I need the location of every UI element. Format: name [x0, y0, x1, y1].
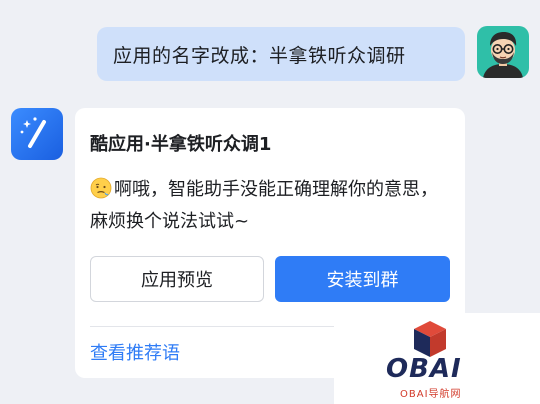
app-preview-button[interactable]: 应用预览 [90, 256, 264, 302]
view-suggestions-link[interactable]: 查看推荐语 [90, 339, 180, 365]
install-to-group-button[interactable]: 安装到群 [275, 256, 450, 302]
watermark-logo-text: OBAI [386, 354, 462, 384]
chat-screen: 应用的名字改成：半拿铁听众调研 酷应用·半拿铁听众调1 啊哦，智能助手没能正确理… [0, 0, 540, 404]
card-title: 酷应用·半拿铁听众调1 [90, 134, 272, 155]
magic-wand-icon [11, 108, 63, 160]
watermark: OBAI OBAI导航网 [334, 313, 540, 404]
watermark-subtext: OBAI导航网 [400, 389, 462, 400]
cartoon-man-avatar-icon [477, 26, 529, 78]
confused-face-emoji-icon [90, 177, 112, 199]
user-avatar[interactable] [477, 26, 529, 78]
user-message-text: 应用的名字改成：半拿铁听众调研 [113, 44, 406, 67]
user-message-bubble: 应用的名字改成：半拿铁听众调研 [97, 27, 465, 81]
app-preview-button-label: 应用预览 [141, 270, 213, 291]
bot-avatar[interactable] [11, 108, 63, 160]
card-message: 啊哦，智能助手没能正确理解你的意思，麻烦换个说法试试~ [90, 174, 446, 238]
card-message-text: 啊哦，智能助手没能正确理解你的意思，麻烦换个说法试试~ [90, 179, 438, 232]
install-to-group-button-label: 安装到群 [326, 270, 399, 291]
